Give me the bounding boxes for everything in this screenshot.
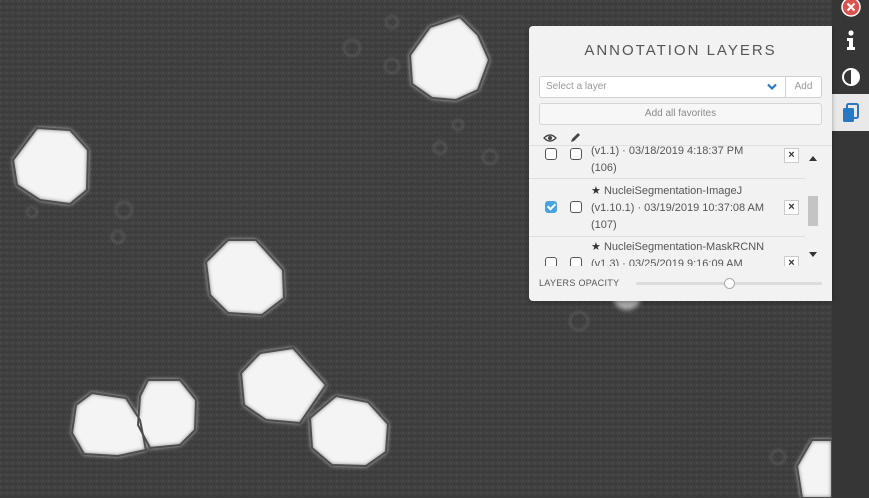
layer-visibility-checkbox[interactable] <box>545 201 557 213</box>
close-icon <box>840 0 861 17</box>
layer-visibility-checkbox[interactable] <box>545 148 557 160</box>
right-toolbar <box>832 0 869 498</box>
remove-layer-button[interactable]: × <box>784 148 799 163</box>
add-all-favorites-button[interactable]: Add all favorites <box>539 103 822 125</box>
contrast-icon <box>841 67 860 86</box>
info-button[interactable] <box>832 21 869 58</box>
layer-edit-checkbox[interactable] <box>570 201 582 213</box>
layer-name: NucleiSegmentation-MaskRCNN <box>603 241 765 253</box>
scrollbar-thumb[interactable] <box>808 196 818 226</box>
layer-meta: (v1.3) · 03/25/2019 9:16:09 AM <box>591 258 743 266</box>
scroll-up-arrow-icon[interactable] <box>809 156 817 161</box>
chevron-down-icon <box>767 83 777 91</box>
layer-count: (107) <box>591 219 617 231</box>
layers-opacity-slider[interactable] <box>636 278 822 289</box>
panel-title: ANNOTATION LAYERS <box>584 42 777 59</box>
pencil-icon <box>571 133 580 142</box>
contrast-button[interactable] <box>832 58 869 95</box>
layer-row: (v1.1) · 03/18/2019 4:18:37 PM (106) × <box>529 145 805 179</box>
layer-row: ★ NucleiSegmentation-MaskRCNN (v1.3) · 0… <box>529 237 805 266</box>
layer-name: NucleiSegmentation-ImageJ <box>603 185 743 197</box>
star-icon: ★ <box>591 185 601 197</box>
layers-opacity-label: LAYERS OPACITY <box>539 278 620 288</box>
layer-edit-checkbox[interactable] <box>570 148 582 160</box>
add-layer-button[interactable]: Add <box>786 76 822 98</box>
layer-meta: (v1.1) · 03/18/2019 4:18:37 PM <box>591 145 744 157</box>
layers-icon <box>842 102 859 122</box>
scroll-down-arrow-icon[interactable] <box>809 252 817 257</box>
layer-visibility-checkbox[interactable] <box>545 257 557 266</box>
layer-edit-checkbox[interactable] <box>570 257 582 266</box>
remove-layer-button[interactable]: × <box>784 200 799 215</box>
layer-list: (v1.1) · 03/18/2019 4:18:37 PM (106) × ★… <box>529 145 832 266</box>
layer-meta: (v1.10.1) · 03/19/2019 10:37:08 AM <box>591 202 765 214</box>
layers-opacity-slider-thumb[interactable] <box>724 278 735 289</box>
layer-row: ★ NucleiSegmentation-ImageJ (v1.10.1) · … <box>529 180 805 237</box>
remove-layer-button[interactable]: × <box>784 256 799 266</box>
layer-select-placeholder: Select a layer <box>546 81 607 92</box>
layer-select-dropdown[interactable]: Select a layer <box>539 76 786 98</box>
layers-button[interactable] <box>832 94 869 131</box>
layer-count: (106) <box>591 162 617 174</box>
info-icon <box>846 29 855 50</box>
star-icon: ★ <box>591 241 601 253</box>
eye-icon <box>543 134 557 142</box>
annotation-layers-panel: ANNOTATION LAYERS Select a layer Add Add… <box>529 26 832 301</box>
